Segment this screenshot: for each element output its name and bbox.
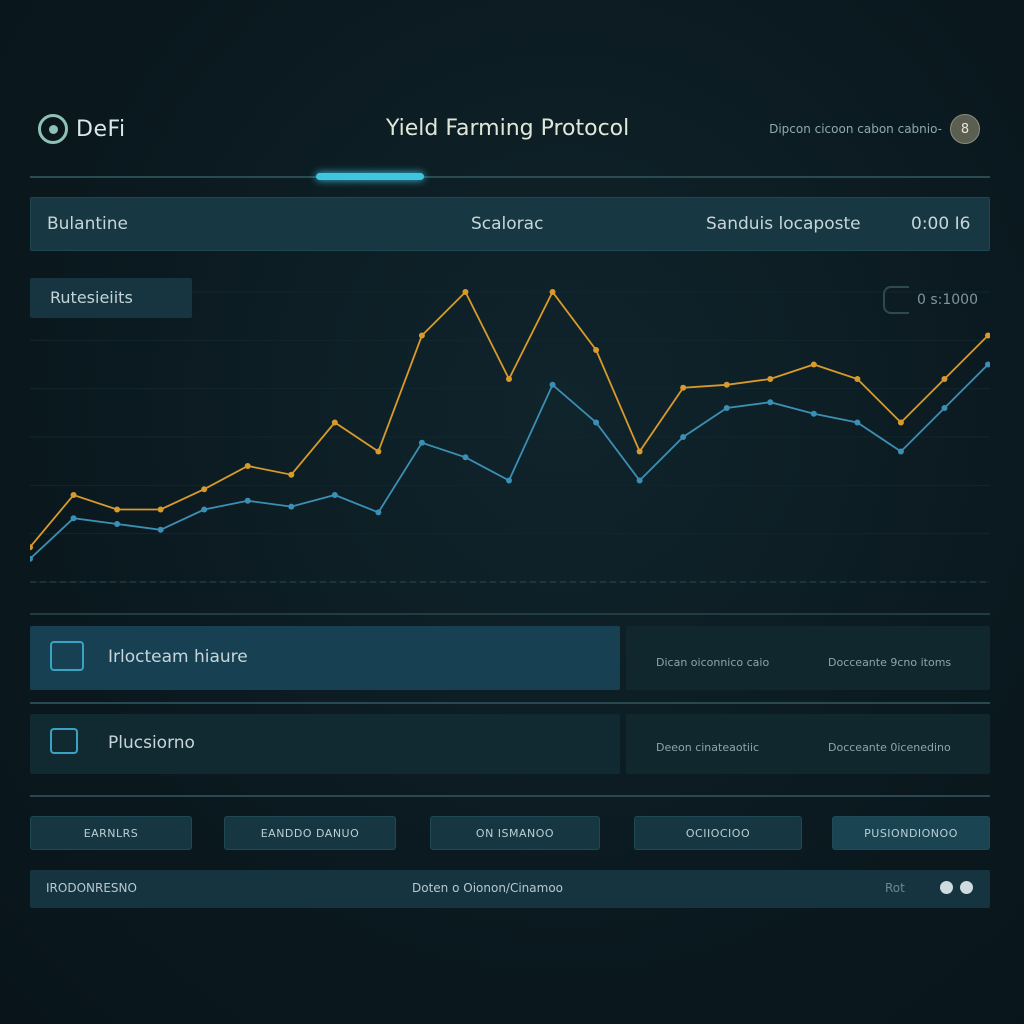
stats-bar: Bulantine Scalorac Sanduis locaposte 0:0…	[30, 197, 990, 251]
status-dot-icon[interactable]	[940, 881, 953, 894]
active-tab-indicator	[316, 173, 424, 180]
pool-icon	[50, 641, 84, 671]
chart-readout: 0 s:1000	[883, 286, 978, 314]
action-button-5[interactable]: PUSIONDIONOO	[832, 816, 990, 850]
protocol-logo-icon	[38, 114, 68, 144]
status-left: IRODONRESNO	[46, 881, 137, 895]
data-point[interactable]	[810, 361, 817, 368]
data-point[interactable]	[462, 454, 469, 461]
data-point[interactable]	[680, 384, 687, 391]
data-point[interactable]	[810, 410, 817, 417]
data-point[interactable]	[549, 289, 556, 295]
data-point[interactable]	[636, 448, 643, 455]
action-bar: EARNLRS EANDDO DANUO ON ISMANOO OCIIOCIO…	[30, 816, 990, 850]
page-title: Yield Farming Protocol	[386, 116, 630, 141]
data-point[interactable]	[723, 381, 730, 388]
row-main[interactable]: Plucsiorno	[30, 714, 620, 774]
data-point[interactable]	[418, 332, 425, 339]
data-point[interactable]	[331, 419, 338, 426]
action-button-4[interactable]: OCIIOCIOO	[634, 816, 802, 850]
data-point[interactable]	[593, 347, 600, 353]
data-point[interactable]	[897, 419, 904, 426]
app-header: DeFi Yield Farming Protocol Dipcon cicoo…	[30, 106, 990, 152]
data-point[interactable]	[375, 509, 382, 516]
data-point[interactable]	[941, 405, 948, 411]
stats-right-label: Sanduis locaposte	[706, 214, 861, 234]
data-point[interactable]	[854, 376, 861, 382]
earn-button[interactable]: EARNLRS	[30, 816, 192, 850]
row-divider	[30, 795, 990, 797]
data-point[interactable]	[593, 419, 600, 426]
wallet-address[interactable]: Dipcon cicoon cabon cabnio-	[769, 122, 942, 136]
data-point[interactable]	[854, 419, 861, 426]
logo[interactable]: DeFi	[38, 114, 126, 144]
header-divider	[30, 176, 990, 178]
data-point[interactable]	[462, 289, 469, 295]
line-chart	[30, 289, 990, 583]
status-dot-icon[interactable]	[960, 881, 973, 894]
data-point[interactable]	[723, 405, 730, 411]
data-point[interactable]	[767, 376, 774, 382]
row-detail-right: Docceante 0icenedino	[828, 741, 951, 754]
data-point[interactable]	[114, 506, 121, 513]
row-detail-right: Docceante 9cno itoms	[828, 656, 952, 669]
data-point[interactable]	[506, 376, 512, 382]
stats-left-label: Bulantine	[47, 214, 128, 234]
status-center: Doten o Oionon/Cinamoo	[412, 881, 564, 895]
list-item[interactable]: Plucsiorno Deeon cinateaotiic Docceante …	[30, 714, 990, 774]
data-point[interactable]	[418, 439, 425, 446]
chart-value-text: 0 s:1000	[917, 292, 978, 308]
row-label: Plucsiorno	[108, 733, 195, 753]
stats-right-value: 0:00 I6	[911, 214, 971, 234]
data-point[interactable]	[549, 381, 556, 388]
data-point[interactable]	[70, 492, 77, 498]
yield-chart: Rutesieiits 0 s:1000	[30, 270, 990, 600]
data-point[interactable]	[941, 376, 948, 382]
chart-divider	[30, 613, 990, 615]
series-line-1	[30, 363, 989, 560]
data-point[interactable]	[114, 521, 121, 527]
data-point[interactable]	[201, 486, 208, 493]
status-bar: IRODONRESNO Doten o Oionon/Cinamoo Rot	[30, 870, 990, 908]
row-details: Dican oiconnico caio Docceante 9cno itom…	[626, 626, 990, 690]
stats-center-label: Scalorac	[471, 214, 544, 234]
data-point[interactable]	[244, 463, 251, 469]
data-point[interactable]	[331, 492, 338, 498]
bracket-icon	[883, 286, 909, 314]
list-item[interactable]: Irlocteam hiaure Dican oiconnico caio Do…	[30, 626, 990, 690]
data-point[interactable]	[767, 399, 774, 406]
data-point[interactable]	[680, 434, 687, 440]
row-detail-left: Deeon cinateaotiic	[656, 741, 760, 754]
row-label: Irlocteam hiaure	[108, 647, 248, 667]
data-point[interactable]	[244, 497, 251, 504]
vault-icon	[50, 728, 78, 754]
row-detail-left: Dican oiconnico caio	[656, 656, 770, 669]
action-button-3[interactable]: ON ISMANOO	[430, 816, 600, 850]
row-main[interactable]: Irlocteam hiaure	[30, 626, 620, 690]
avatar[interactable]: 8	[950, 114, 980, 144]
data-point[interactable]	[157, 526, 164, 533]
row-details: Deeon cinateaotiic Docceante 0icenedino	[626, 714, 990, 774]
data-point[interactable]	[70, 515, 77, 522]
data-point[interactable]	[636, 477, 643, 484]
data-point[interactable]	[897, 448, 904, 455]
data-point[interactable]	[375, 448, 382, 455]
series-selector[interactable]: Rutesieiits	[30, 278, 192, 318]
action-button-2[interactable]: EANDDO DANUO	[224, 816, 396, 850]
row-divider	[30, 702, 990, 704]
data-point[interactable]	[506, 477, 512, 484]
data-point[interactable]	[288, 503, 295, 510]
data-point[interactable]	[288, 471, 295, 478]
data-point[interactable]	[201, 506, 208, 513]
logo-text: DeFi	[76, 116, 126, 142]
series-label: Rutesieiits	[50, 288, 133, 307]
status-right: Rot	[885, 881, 905, 895]
data-point[interactable]	[157, 506, 164, 513]
